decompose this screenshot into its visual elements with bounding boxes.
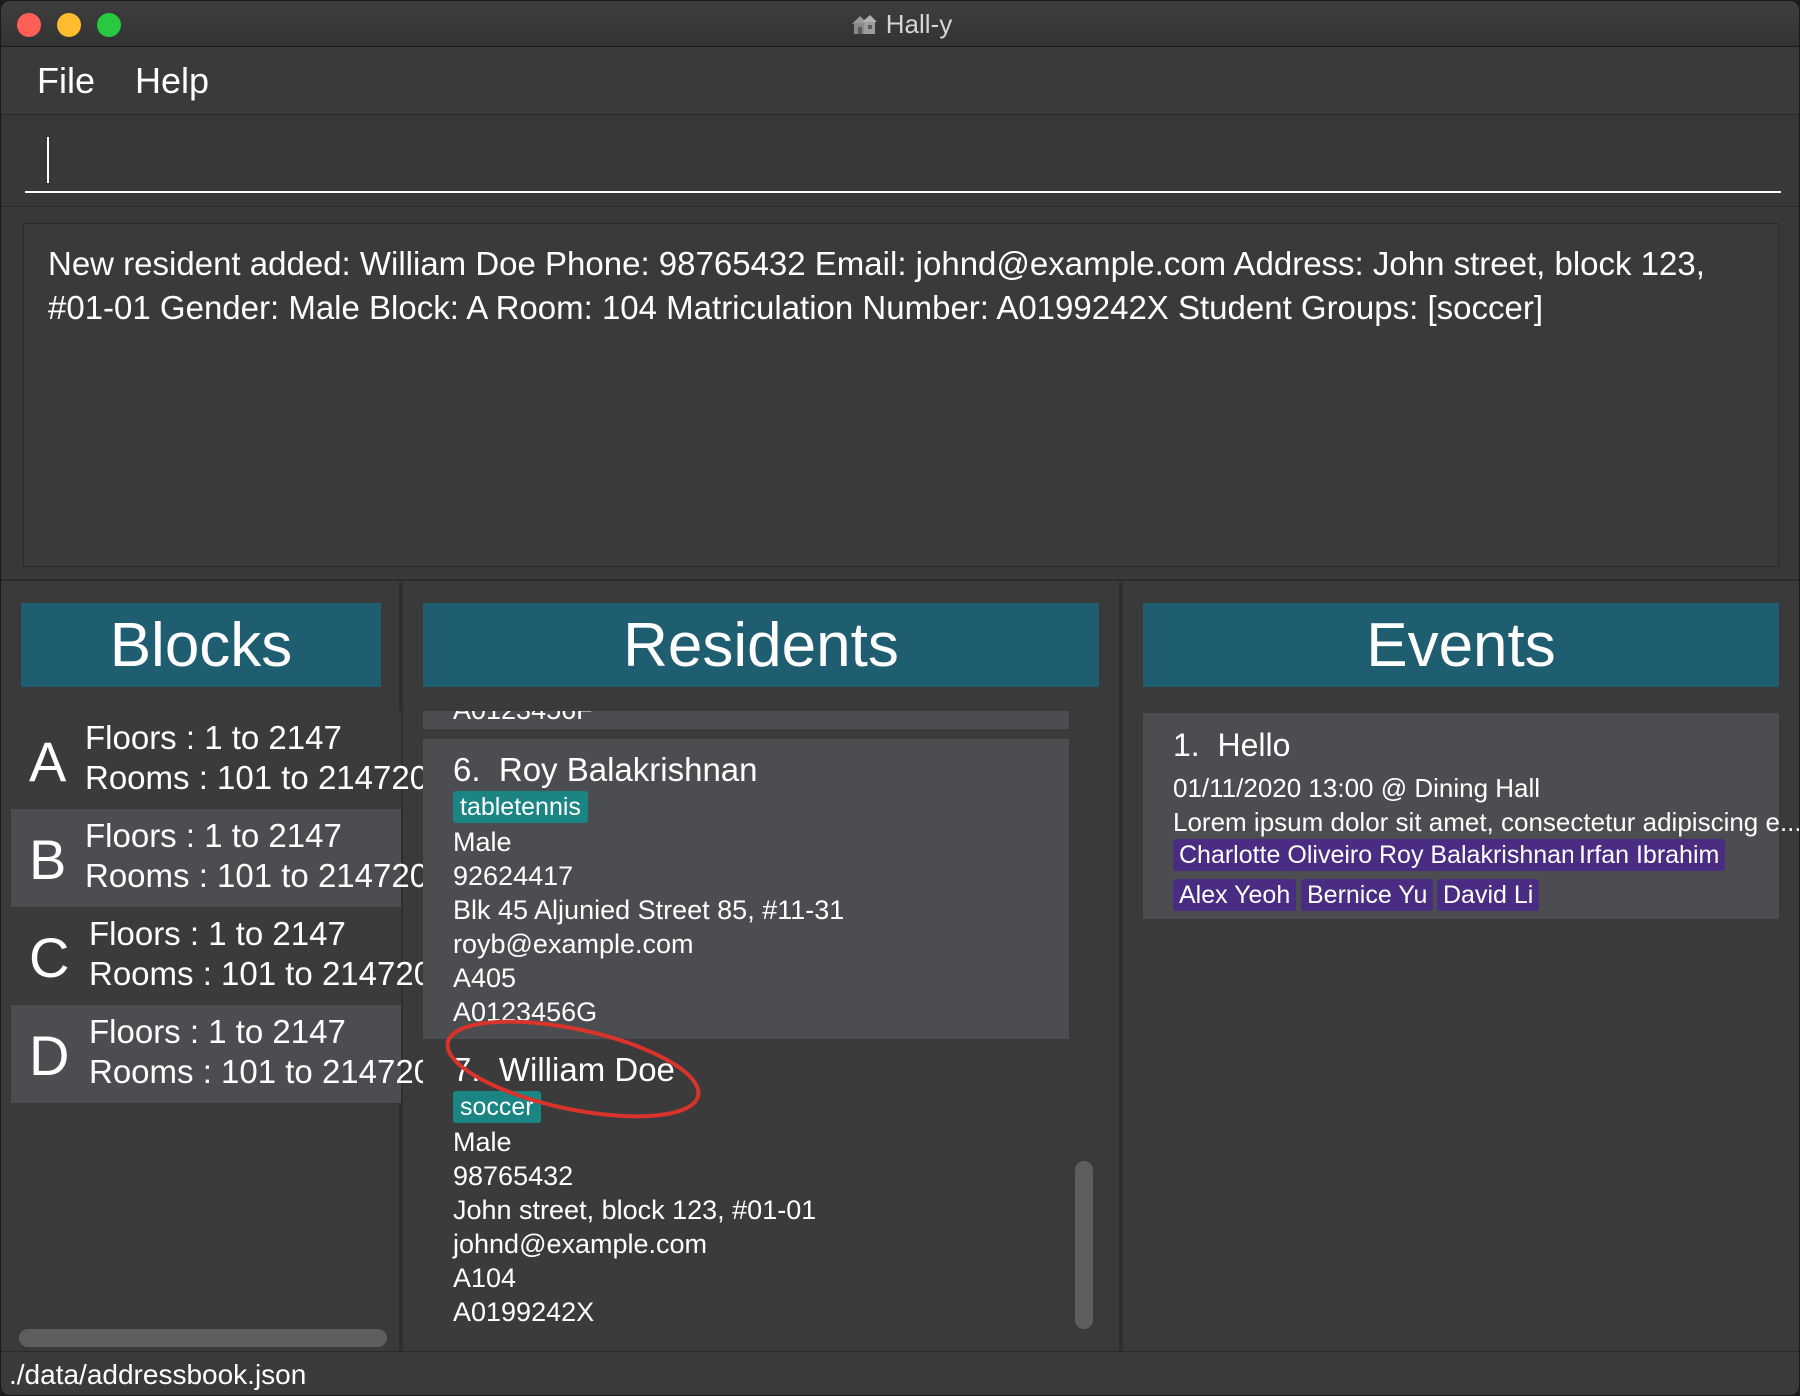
event-attendee-tag: David Li	[1437, 879, 1540, 911]
event-attendee-tag: Irfan Ibrahim	[1573, 839, 1726, 871]
block-card-d[interactable]: D Floors : 1 to 2147 Rooms : 101 to 2147…	[11, 1005, 432, 1103]
block-letter: A	[29, 730, 67, 793]
residents-list[interactable]: A0123456F 6. Roy Balakrishnan tabletenni…	[423, 711, 1069, 1333]
menu-file[interactable]: File	[37, 60, 95, 102]
block-rooms: Rooms : 101 to 214720	[89, 955, 433, 992]
block-card-c[interactable]: C Floors : 1 to 2147 Rooms : 101 to 2147…	[11, 907, 432, 1005]
block-card-a[interactable]: A Floors : 1 to 2147 Rooms : 101 to 2147…	[11, 711, 428, 809]
resident-email: royb@example.com	[453, 929, 694, 959]
block-letter: B	[29, 828, 67, 891]
event-datetime: 01/11/2020 13:00 @ Dining Hall	[1173, 773, 1541, 803]
resident-gender: Male	[453, 827, 512, 857]
events-header: Events	[1143, 603, 1779, 687]
resident-address: Blk 45 Aljunied Street 85, #11-31	[453, 895, 845, 925]
title-bar: Hall-y	[1, 1, 1799, 47]
block-rooms: Rooms : 101 to 214720	[85, 759, 429, 796]
resident-group-tag: tabletennis	[453, 791, 588, 823]
block-letter: D	[29, 1024, 70, 1087]
block-rooms: Rooms : 101 to 214720	[89, 1053, 433, 1090]
event-attendee-tag: Charlotte Oliveiro	[1173, 839, 1379, 871]
resident-address: John street, block 123, #01-01	[453, 1195, 817, 1225]
panels-container: Blocks A Floors : 1 to 2147 Rooms : 101 …	[1, 579, 1799, 1353]
resident-phone: 92624417	[453, 861, 574, 891]
block-floors: Floors : 1 to 2147	[85, 719, 342, 756]
result-display-area: New resident added: William Doe Phone: 9…	[1, 207, 1799, 577]
resident-matric: A0123456G	[453, 997, 598, 1027]
resident-card-6[interactable]: 6. Roy Balakrishnan tabletennis Male 926…	[423, 739, 1069, 1039]
panel-divider[interactable]	[1119, 581, 1123, 1353]
block-rooms: Rooms : 101 to 214720	[85, 857, 429, 894]
app-window: Hall-y File Help New resident added: Wil…	[0, 0, 1800, 1396]
block-card-b[interactable]: B Floors : 1 to 2147 Rooms : 101 to 2147…	[11, 809, 428, 907]
menu-help[interactable]: Help	[135, 60, 209, 102]
resident-email: johnd@example.com	[453, 1229, 708, 1259]
resident-name: 7. William Doe	[453, 1051, 675, 1088]
resident-room: A104	[453, 1263, 517, 1293]
resident-matric: A0123456F	[453, 711, 593, 726]
resident-gender: Male	[453, 1127, 512, 1157]
resident-matric: A0199242X	[453, 1297, 595, 1327]
blocks-horizontal-scrollbar[interactable]	[19, 1329, 387, 1347]
event-attendee-tag: Roy Balakrishnan	[1373, 839, 1581, 871]
text-caret	[47, 137, 49, 183]
window-title: Hall-y	[1, 1, 1799, 47]
block-floors: Floors : 1 to 2147	[89, 915, 346, 952]
resident-group-tag: soccer	[453, 1091, 541, 1123]
resident-card-7[interactable]: 7. William Doe soccer Male 98765432 John…	[423, 1039, 1069, 1333]
event-attendee-tag: Bernice Yu	[1301, 879, 1434, 911]
result-display: New resident added: William Doe Phone: 9…	[23, 223, 1779, 567]
event-description: Lorem ipsum dolor sit amet, consectetur …	[1173, 807, 1800, 837]
event-name: 1. Hello	[1173, 727, 1291, 763]
resident-card-partial[interactable]: A0123456F	[423, 711, 1069, 729]
house-icon	[850, 12, 878, 36]
menu-bar: File Help	[1, 47, 1799, 115]
block-floors: Floors : 1 to 2147	[89, 1013, 346, 1050]
event-attendee-tag: Alex Yeoh	[1173, 879, 1297, 911]
command-box	[1, 115, 1799, 207]
residents-vertical-scrollbar[interactable]	[1075, 1161, 1093, 1329]
resident-phone: 98765432	[453, 1161, 574, 1191]
command-input[interactable]	[25, 133, 1781, 193]
blocks-header: Blocks	[21, 603, 381, 687]
residents-header: Residents	[423, 603, 1099, 687]
event-card-1[interactable]: 1. Hello 01/11/2020 13:00 @ Dining Hall …	[1143, 713, 1799, 919]
block-floors: Floors : 1 to 2147	[85, 817, 342, 854]
block-letter: C	[29, 926, 70, 989]
resident-room: A405	[453, 963, 517, 993]
window-title-text: Hall-y	[885, 8, 953, 39]
resident-name: 6. Roy Balakrishnan	[453, 751, 758, 788]
status-bar-file-path: ./data/addressbook.json	[1, 1351, 1799, 1395]
